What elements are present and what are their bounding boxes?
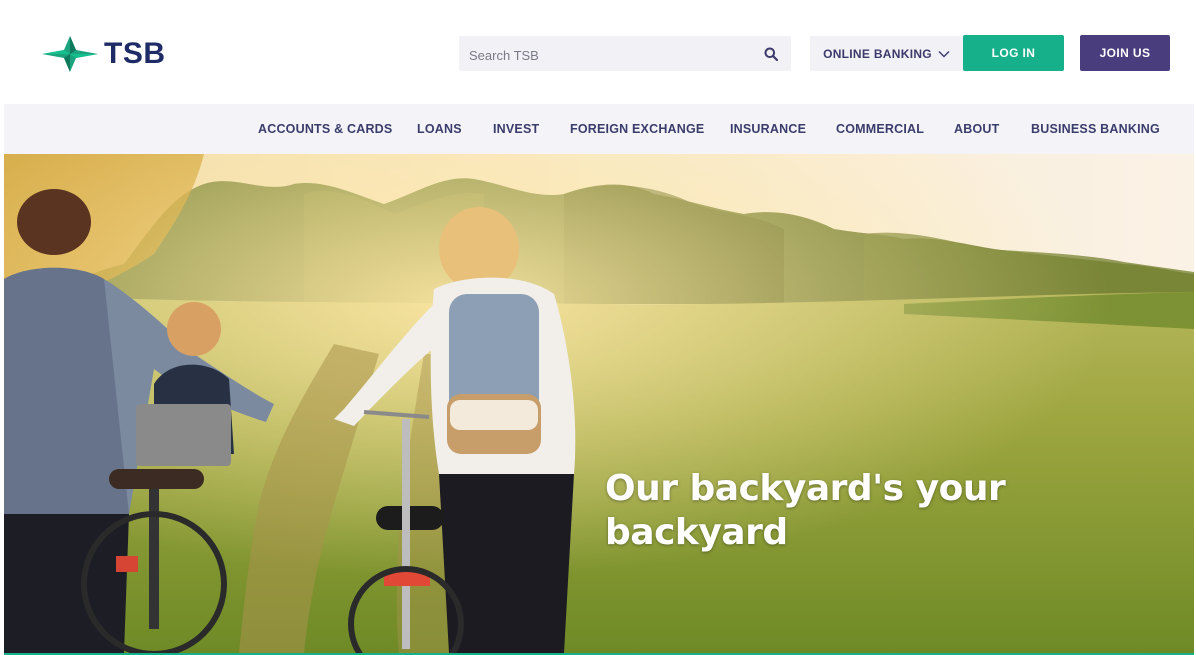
search-input[interactable] <box>469 36 761 71</box>
nav-item-invest[interactable]: INVEST <box>493 122 539 136</box>
page: TSB ONLINE BANKING LOG IN JOIN US ACCOUN… <box>4 0 1194 655</box>
nav-item-foreign-exchange[interactable]: FOREIGN EXCHANGE <box>570 122 704 136</box>
online-banking-label: ONLINE BANKING <box>823 46 932 61</box>
search-button[interactable] <box>761 44 781 64</box>
join-us-button[interactable]: JOIN US <box>1080 35 1170 71</box>
nav-item-accounts-cards[interactable]: ACCOUNTS & CARDS <box>258 122 392 136</box>
nav-item-insurance[interactable]: INSURANCE <box>730 122 806 136</box>
hero-image <box>4 154 1194 653</box>
tsb-star-logo-icon <box>42 36 98 72</box>
chevron-down-icon <box>938 50 950 57</box>
site-header: TSB ONLINE BANKING LOG IN JOIN US <box>4 0 1194 104</box>
nav-item-business-banking[interactable]: BUSINESS BANKING <box>1031 122 1160 136</box>
search-icon <box>764 47 778 61</box>
nav-item-about[interactable]: ABOUT <box>954 122 999 136</box>
nav-item-loans[interactable]: LOANS <box>417 122 462 136</box>
nav-item-commercial[interactable]: COMMERCIAL <box>836 122 924 136</box>
tsb-logo[interactable]: TSB <box>42 36 166 72</box>
log-in-button[interactable]: LOG IN <box>963 35 1064 71</box>
logo-text: TSB <box>104 37 166 70</box>
main-nav: ACCOUNTS & CARDS LOANS INVEST FOREIGN EX… <box>4 104 1194 154</box>
search-box <box>459 36 791 71</box>
hero-headline: Our backyard's your backyard <box>605 468 1006 553</box>
online-banking-dropdown[interactable]: ONLINE BANKING <box>810 36 963 71</box>
hero-banner: Our backyard's your backyard <box>4 154 1194 653</box>
